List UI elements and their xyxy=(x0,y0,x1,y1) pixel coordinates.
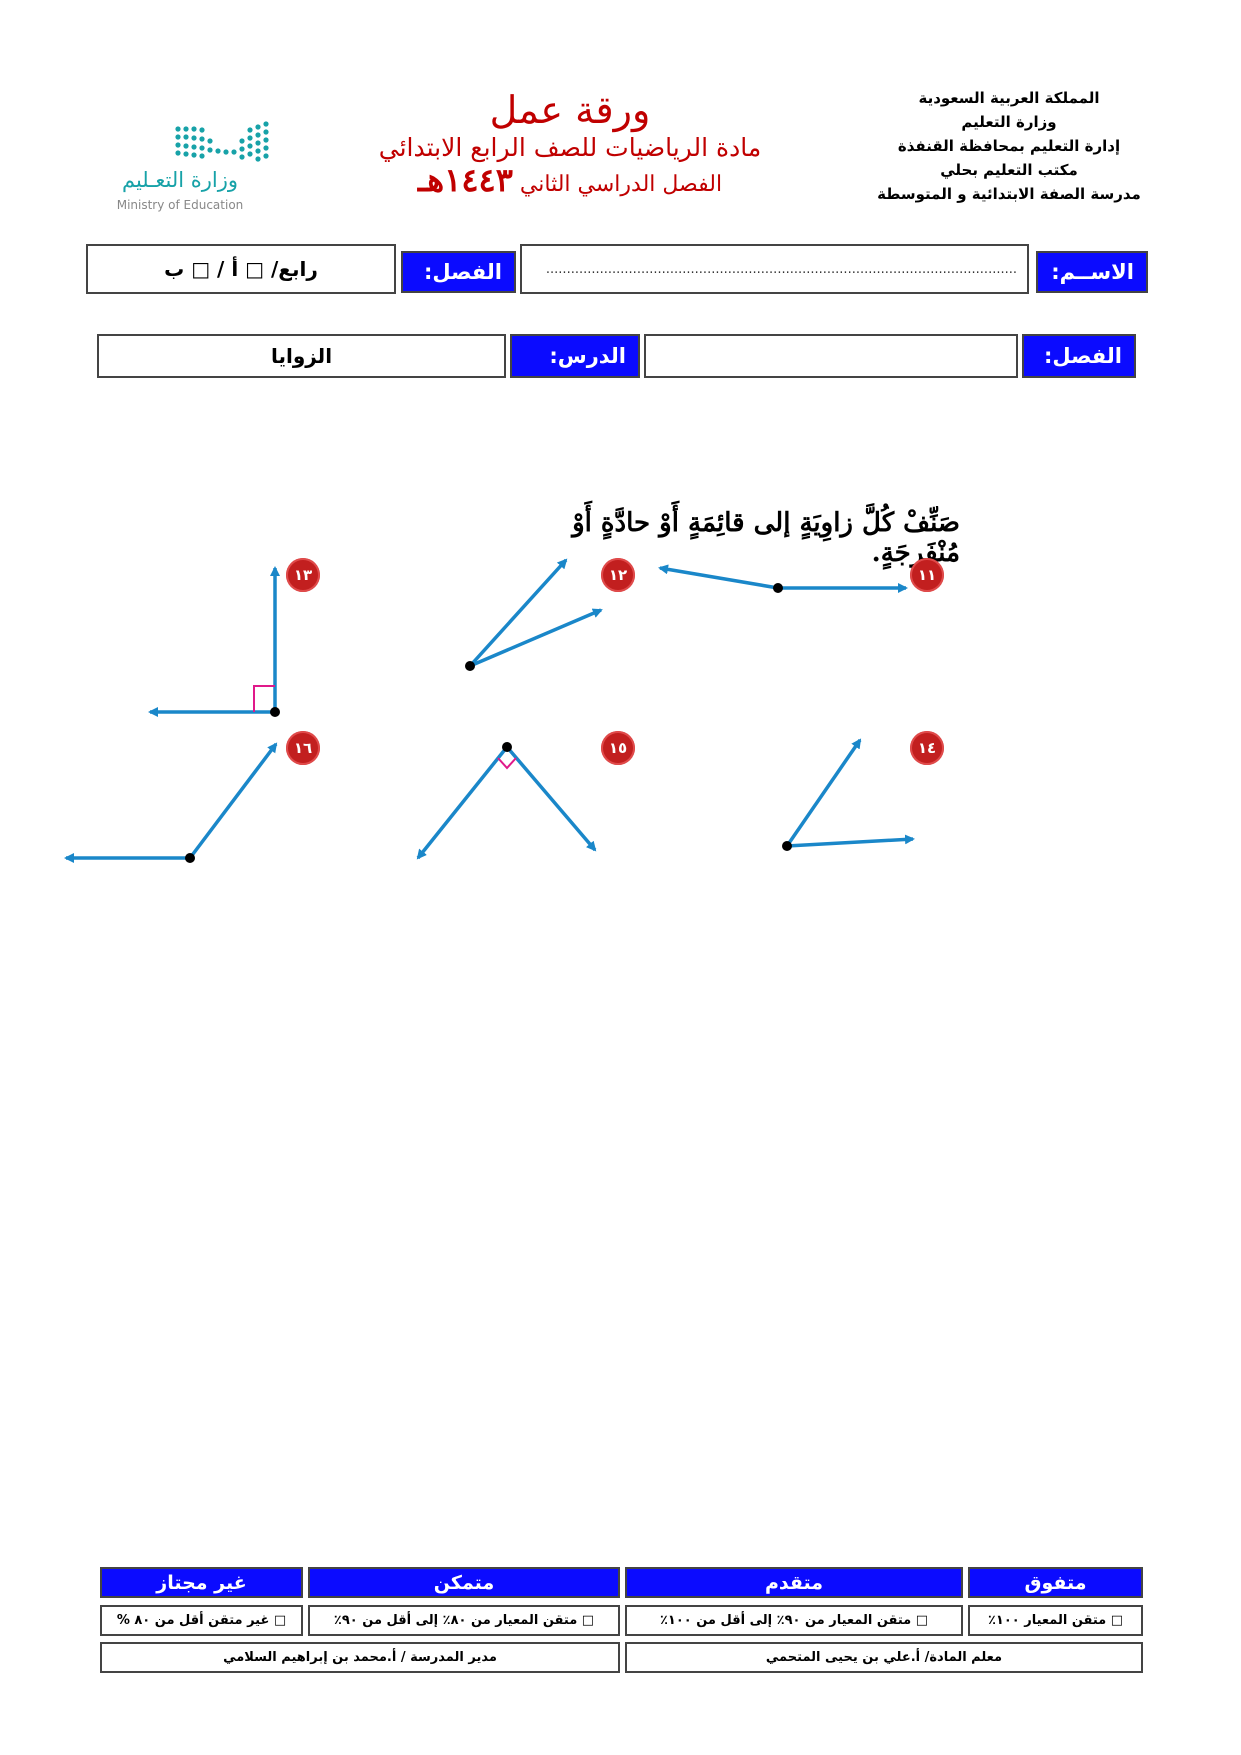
right-angle-mark-13 xyxy=(253,685,275,712)
vertex-dot-12 xyxy=(465,661,475,671)
criterion-not-passed[interactable]: □ غير متقن أقل من ٨٠ % xyxy=(100,1605,303,1636)
angle-16 xyxy=(64,742,278,863)
criterion-excellent[interactable]: □ متقن المعيار ١٠٠٪ xyxy=(968,1605,1143,1636)
angle-12 xyxy=(468,558,603,668)
level-header-excellent: متفوق xyxy=(968,1567,1143,1598)
criterion-advanced[interactable]: □ متقن المعيار من ٩٠٪ إلى أقل من ١٠٠٪ xyxy=(625,1605,963,1636)
angle-figures xyxy=(64,558,915,863)
level-header-advanced: متقدم xyxy=(625,1567,963,1598)
vertex-dot-15 xyxy=(502,742,512,752)
angle-15 xyxy=(416,745,597,860)
principal-name: مدير المدرسة / أ.محمد بن إبراهيم السلامي xyxy=(100,1642,620,1673)
angle-13 xyxy=(148,566,280,717)
level-header-not-passed: غير مجتاز xyxy=(100,1567,303,1598)
vertex-dot-11 xyxy=(773,583,783,593)
right-angle-mark-15 xyxy=(497,757,517,770)
level-header-proficient: متمكن xyxy=(308,1567,620,1598)
vertex-dot-14 xyxy=(782,841,792,851)
vertex-dot-13 xyxy=(270,707,280,717)
angle-11 xyxy=(658,564,908,593)
teacher-name: معلم المادة/ أ.علي بن يحيى المتحمي xyxy=(625,1642,1143,1673)
vertex-dot-16 xyxy=(185,853,195,863)
angle-14 xyxy=(785,738,915,848)
criterion-proficient[interactable]: □ متقن المعيار من ٨٠٪ إلى أقل من ٩٠٪ xyxy=(308,1605,620,1636)
